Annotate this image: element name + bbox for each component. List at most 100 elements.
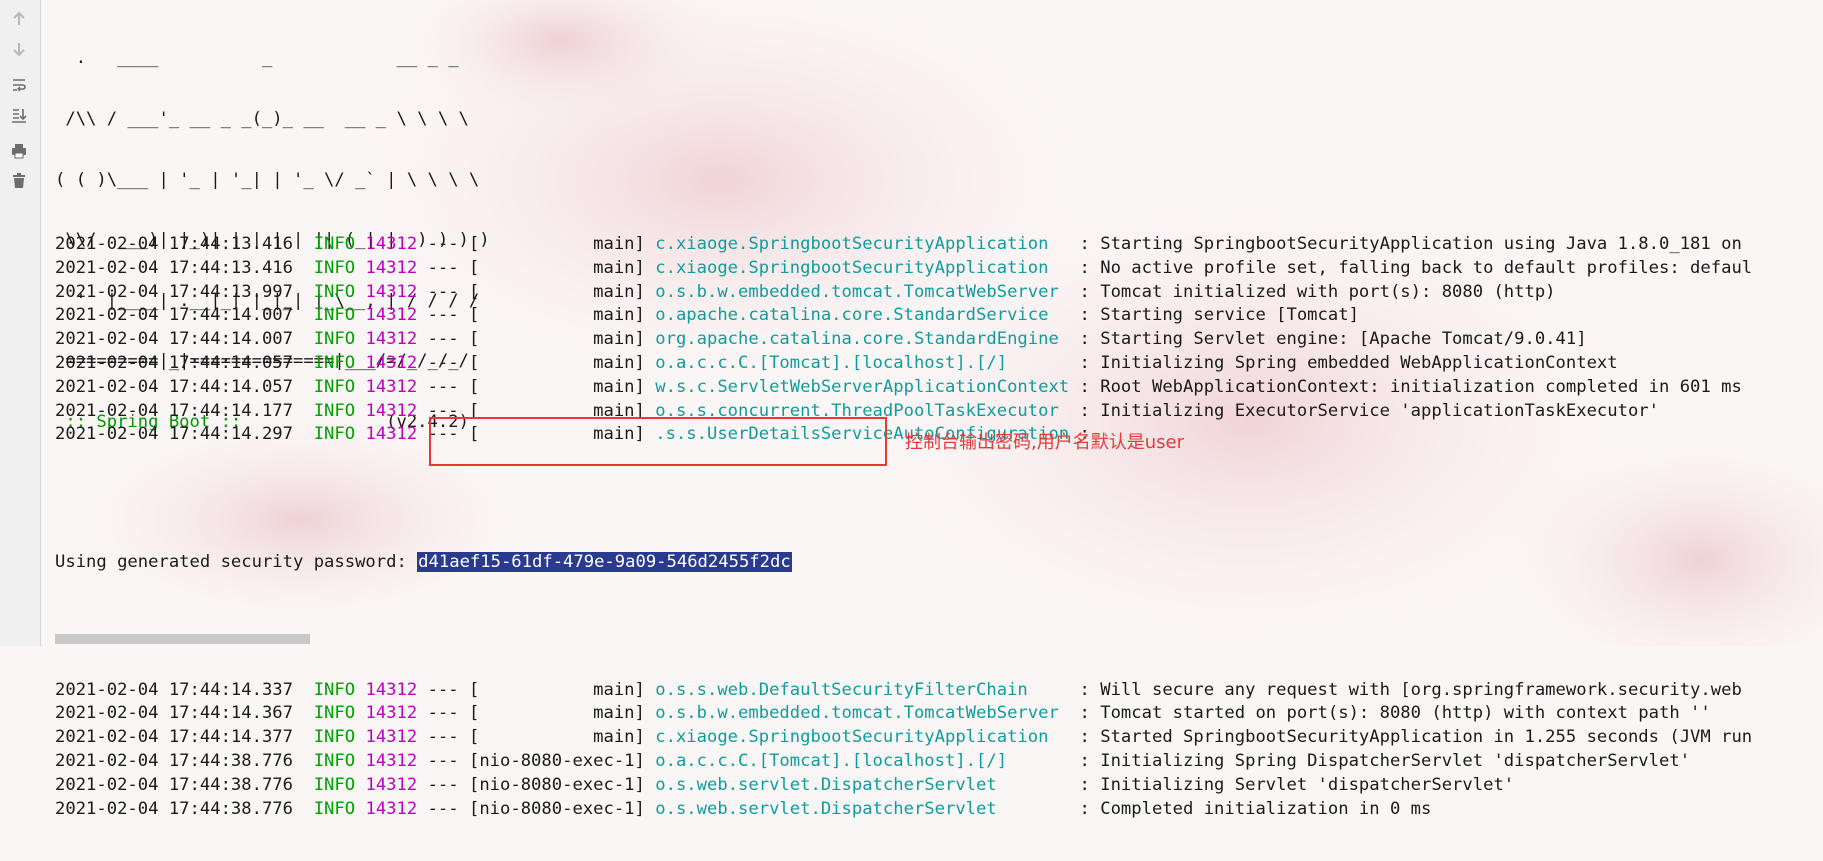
log-message: : Starting SpringbootSecurityApplication… [1079,234,1742,254]
soft-wrap-icon[interactable] [8,74,30,96]
log-line: 2021-02-04 17:44:38.776 INFO 14312 --- [… [55,798,1432,819]
scroll-to-end-icon[interactable] [8,104,30,126]
log-timestamp: 2021-02-04 17:44:14.377 [55,727,293,748]
log-level: INFO [313,352,356,373]
banner-ascii-line: /\\ / ___'_ __ _ _(_)_ __ __ _ \ \ \ \ [55,109,469,130]
log-message: : Initializing Servlet 'dispatcherServle… [1079,774,1515,795]
log-pid: 14312 [365,281,418,302]
log-logger: o.s.web.servlet.DispatcherServlet [655,798,1070,819]
log-message: : Will secure any request with [org.spri… [1079,679,1742,700]
log-line: 2021-02-04 17:44:38.776 INFO 14312 --- [… [55,774,1515,795]
log-pid: 14312 [365,352,418,373]
log-message: : Tomcat started on port(s): 8080 (http)… [1079,703,1711,724]
log-line: 2021-02-04 17:44:13.997 INFO 14312 --- [… [55,281,1556,302]
log-line: 2021-02-04 17:44:14.377 INFO 14312 --- [… [55,727,1753,748]
log-pid: 14312 [365,703,418,724]
log-thread: [ main] [468,329,645,350]
log-thread: [nio-8080-exec-1] [468,774,645,795]
log-logger: org.apache.catalina.core.StandardEngine [655,329,1070,350]
log-level: INFO [313,305,356,326]
arrow-down-icon[interactable] [8,38,30,60]
log-timestamp: 2021-02-04 17:44:14.367 [55,703,293,724]
log-pid: 14312 [365,400,418,421]
log-timestamp: 2021-02-04 17:44:13.997 [55,281,293,302]
horizontal-scrollbar[interactable] [55,634,310,644]
log-message: : Initializing Spring embedded WebApplic… [1079,352,1618,373]
log-pid: 14312 [365,798,418,819]
log-message: : Starting Servlet engine: [Apache Tomca… [1079,329,1587,350]
console-toolbar [0,0,41,646]
log-level: INFO [313,329,356,350]
log-thread: [ main] [468,727,645,748]
log-timestamp: 2021-02-04 17:44:14.057 [55,352,293,373]
log-pid: 14312 [365,774,418,795]
log-message: : Tomcat initialized with port(s): 8080 … [1079,281,1556,302]
banner-ascii-line: . ____ _ __ _ _ [55,48,459,69]
log-thread: [ main] [468,234,645,254]
log-logger: c.xiaoge.SpringbootSecurityApplication [655,257,1070,278]
log-logger: o.apache.catalina.core.StandardService [655,305,1070,326]
log-level: INFO [313,376,356,397]
log-level: INFO [313,400,356,421]
log-timestamp: 2021-02-04 17:44:13.416 [55,257,293,278]
log-timestamp: 2021-02-04 17:44:14.337 [55,679,293,700]
trash-icon[interactable] [8,170,30,192]
log-thread: [ main] [468,352,645,373]
console-output[interactable]: . ____ _ __ _ _ /\\ / ___'_ __ _ _(_)_ _… [55,0,1823,818]
log-logger: o.a.c.c.C.[Tomcat].[localhost].[/] [655,750,1070,771]
log-level: INFO [313,774,356,795]
log-level: INFO [313,234,356,254]
log-pid: 14312 [365,424,418,445]
log-timestamp: 2021-02-04 17:44:14.007 [55,305,293,326]
print-icon[interactable] [8,140,30,162]
log-thread: [ main] [468,257,645,278]
log-line: 2021-02-04 17:44:14.337 INFO 14312 --- [… [55,679,1742,700]
log-logger: o.s.b.w.embedded.tomcat.TomcatWebServer [655,703,1070,724]
generated-password[interactable]: d41aef15-61df-479e-9a09-546d2455f2dc [417,551,792,572]
log-level: INFO [313,727,356,748]
log-message: : No active profile set, falling back to… [1079,257,1753,278]
log-pid: 14312 [365,234,418,254]
log-line: 2021-02-04 17:44:13.416 INFO 14312 --- [… [55,257,1753,278]
log-timestamp: 2021-02-04 17:44:14.177 [55,400,293,421]
log-level: INFO [313,679,356,700]
password-annotation: 控制台输出密码,用户名默认是user [905,432,1184,453]
log-pid: 14312 [365,329,418,350]
log-pid: 14312 [365,305,418,326]
arrow-up-icon[interactable] [8,8,30,30]
log-pid: 14312 [365,750,418,771]
log-message: : Completed initialization in 0 ms [1079,798,1432,819]
log-level: INFO [313,281,356,302]
log-line: 2021-02-04 17:44:14.057 INFO 14312 --- [… [55,376,1742,397]
log-logger: o.s.s.web.DefaultSecurityFilterChain [655,679,1070,700]
log-timestamp: 2021-02-04 17:44:38.776 [55,798,293,819]
log-thread: [nio-8080-exec-1] [468,798,645,819]
log-pid: 14312 [365,376,418,397]
log-timestamp: 2021-02-04 17:44:38.776 [55,750,293,771]
log-logger: c.xiaoge.SpringbootSecurityApplication [655,234,1070,254]
log-message: : Started SpringbootSecurityApplication … [1079,727,1753,748]
log-thread: [nio-8080-exec-1] [468,750,645,771]
password-label: Using generated security password: [55,551,418,572]
log-thread: [ main] [468,703,645,724]
log-level: INFO [313,424,356,445]
log-message: : Root WebApplicationContext: initializa… [1079,376,1742,397]
log-line: 2021-02-04 17:44:14.367 INFO 14312 --- [… [55,703,1711,724]
log-logger: o.a.c.c.C.[Tomcat].[localhost].[/] [655,352,1070,373]
password-highlight-box [429,417,887,466]
log-timestamp: 2021-02-04 17:44:14.007 [55,329,293,350]
log-line: 2021-02-04 17:44:14.057 INFO 14312 --- [… [55,352,1618,373]
log-level: INFO [313,257,356,278]
log-timestamp: 2021-02-04 17:44:14.297 [55,424,293,445]
log-line: 2021-02-04 17:44:14.297 INFO 14312 --- [… [55,424,1090,445]
log-thread: [ main] [468,376,645,397]
password-line: Using generated security password: d41ae… [55,551,1752,575]
log-level: INFO [313,750,356,771]
log-level: INFO [313,798,356,819]
log-line: 2021-02-04 17:44:13.416 INFO 14312 --- [… [55,234,1742,254]
log-logger: o.s.b.w.embedded.tomcat.TomcatWebServer [655,281,1070,302]
log-pid: 14312 [365,257,418,278]
log-logger: c.xiaoge.SpringbootSecurityApplication [655,727,1070,748]
log-level: INFO [313,703,356,724]
log-lines: 2021-02-04 17:44:13.416 INFO 14312 --- [… [55,193,1752,861]
